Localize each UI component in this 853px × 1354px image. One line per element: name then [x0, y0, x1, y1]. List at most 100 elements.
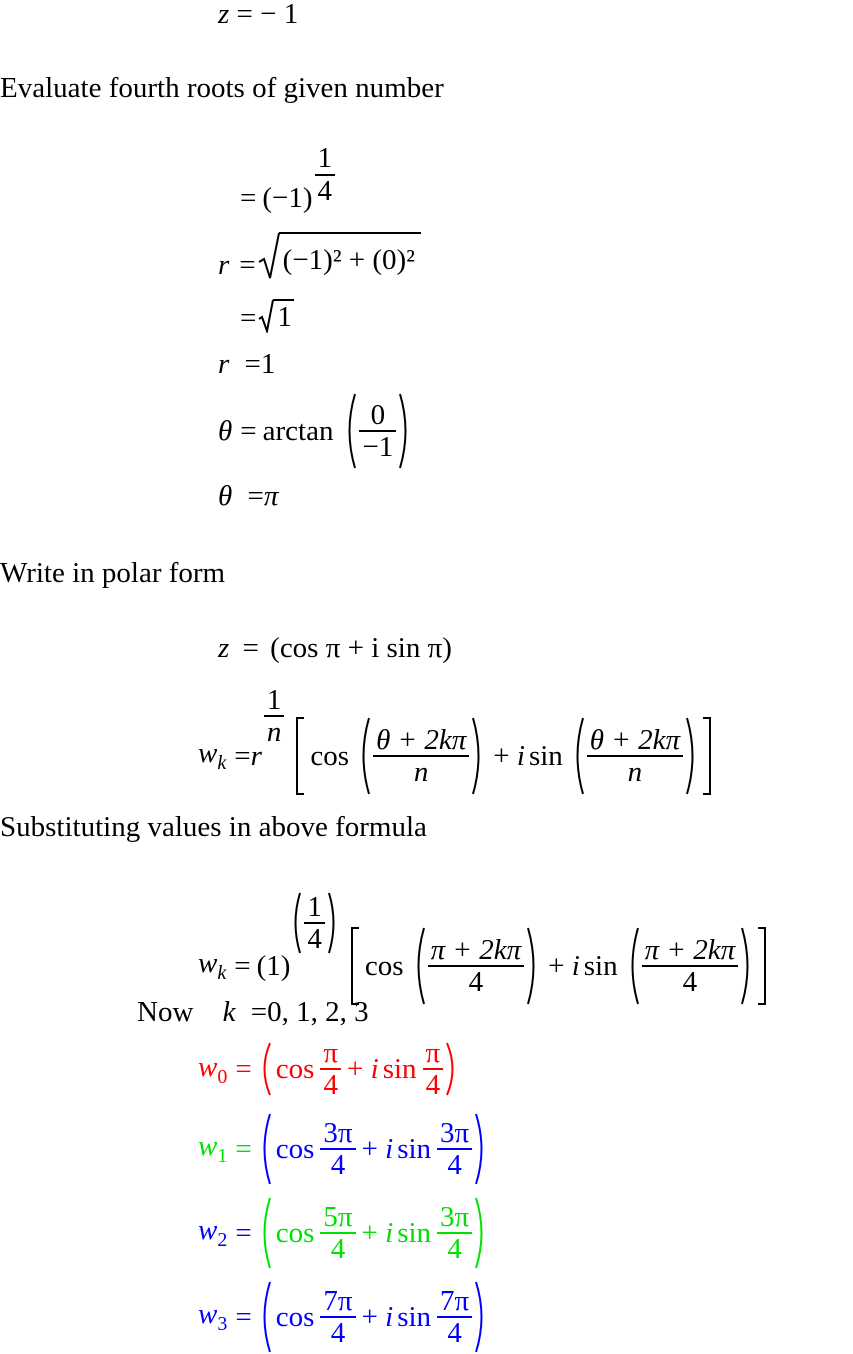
sin-argument-fraction: 3π 4: [437, 1116, 473, 1181]
radical-sign-icon: [258, 232, 280, 279]
fraction-denominator: 4: [425, 1069, 441, 1102]
root-body: cos π 4 + i sin π 4: [258, 1038, 460, 1101]
z-value: = − 1: [236, 0, 299, 30]
fraction-denominator: 4: [323, 1069, 338, 1102]
fraction-numerator: 5π: [323, 1200, 353, 1233]
z-variable: z: [218, 0, 230, 30]
sin-function: sin: [583, 949, 618, 982]
equation-r-sqrt: r = (−1)² + (0)²: [218, 232, 421, 280]
exponent-fraction: 1 n: [263, 684, 285, 747]
sin-argument-fraction: θ + 2kπ n: [586, 724, 684, 787]
equation-z-polar: z = (cos π + i sin π): [218, 634, 452, 663]
imaginary-unit: i: [385, 1132, 394, 1165]
sin-argument-fraction: π + 2kπ 4: [641, 934, 739, 997]
fraction-denominator: 4: [447, 1149, 462, 1181]
sin-function: sin: [382, 1052, 417, 1085]
equation-power: = (−1) 1 4: [240, 140, 337, 213]
root-variable: w: [198, 1050, 218, 1083]
right-paren-icon: [526, 926, 540, 1006]
equation-substituted-formula: wk = (1) 1 4 cos π + 2kπ 4 + i sin π + 2…: [198, 876, 768, 1006]
plus-i: + i: [548, 949, 580, 982]
z-polar-expression: (cos π + i sin π): [270, 632, 452, 664]
left-bracket-icon: [349, 926, 361, 1006]
fraction-numerator: π: [425, 1037, 441, 1069]
sin-function: sin: [397, 1216, 432, 1249]
heading-polar-form: Write in polar form: [0, 557, 226, 589]
equals-sign: =: [240, 302, 257, 334]
r-variable: r: [218, 348, 230, 380]
equals-sign: =: [235, 1052, 252, 1085]
cos-argument-fraction: 7π 4: [320, 1285, 356, 1349]
equals-sign: =: [235, 1300, 252, 1333]
heading-substituting: Substituting values in above formula: [0, 811, 427, 843]
left-paren-icon: [571, 716, 585, 796]
r-variable: r: [218, 248, 230, 281]
theta-variable: θ: [218, 480, 233, 512]
root-equation-w0: w0 = cos π 4 + i sin π 4: [198, 1038, 459, 1101]
equation-theta-arctan: θ = arctan 0 −1: [218, 392, 412, 470]
base-value: (1): [256, 949, 291, 982]
cos-function: cos: [364, 949, 404, 982]
equation-z-definition: z = − 1: [218, 0, 298, 29]
root-equation-w1: w1 = cos 3π 4 + i sin 3π 4: [198, 1112, 488, 1186]
k-variable: k: [222, 996, 236, 1028]
equals-sign: =: [240, 182, 257, 214]
plus-i: + i: [362, 1132, 394, 1165]
left-paren-icon: [343, 392, 357, 470]
equation-theta-value: θ =π: [218, 482, 278, 511]
cos-argument-fraction: π4: [320, 1037, 342, 1102]
root-subscript: 3: [217, 1312, 228, 1335]
arctan-function: arctan: [262, 414, 334, 447]
fraction-denominator: 4: [330, 1149, 346, 1181]
right-paren-icon: [685, 716, 699, 796]
fraction-numerator: π: [323, 1037, 339, 1069]
cos-argument-fraction: 3π 4: [320, 1116, 356, 1181]
root-variable: w: [198, 1298, 218, 1331]
equals-sign: =: [235, 1132, 252, 1165]
sin-function: sin: [528, 739, 563, 772]
equals-sign: =: [244, 348, 261, 380]
equals-sign: =: [247, 480, 264, 512]
wk-label: wk: [198, 947, 227, 984]
fraction-numerator: 3π: [440, 1116, 470, 1149]
fraction-denominator: 4: [330, 1233, 346, 1265]
fraction-numerator: 3π: [323, 1116, 353, 1149]
cos-argument-fraction: 5π 4: [320, 1200, 356, 1265]
wk-label: wk: [198, 737, 227, 774]
cos-argument-fraction: θ + 2kπ n: [373, 724, 470, 787]
fraction-denominator: 4: [330, 1317, 346, 1349]
left-paren-icon: [357, 716, 371, 796]
root-subscript: 1: [217, 1144, 228, 1167]
sin-argument-fraction: 3π 4: [437, 1200, 473, 1264]
root-expression: w1 = cos 3π 4 + i sin 3π 4: [198, 1112, 488, 1186]
root-body: cos 7π 4 + i sin 7π 4: [258, 1280, 489, 1354]
r-variable: r: [250, 739, 262, 772]
arctan-fraction: 0 −1: [359, 399, 397, 462]
right-paren-icon: [474, 1196, 488, 1270]
sin-function: sin: [397, 1300, 432, 1333]
square-root: (−1)² + (0)²: [258, 232, 421, 280]
plus-sign: +: [361, 1216, 378, 1249]
plus-i: + i: [361, 1300, 394, 1333]
equation-k-values: Now k =0, 1, 2, 3: [137, 998, 369, 1027]
root-body: cos 5π 4 + i sin 3π 4: [258, 1196, 489, 1270]
right-paren-icon: [471, 716, 485, 796]
imaginary-unit: i: [370, 1052, 379, 1085]
fraction-numerator: 7π: [440, 1284, 470, 1317]
fraction-numerator: 3π: [440, 1200, 470, 1233]
cos-function: cos: [275, 1216, 315, 1249]
root-expression: w2 = cos 5π 4 + i sin 3π 4: [198, 1196, 488, 1270]
left-paren-icon: [258, 1280, 272, 1354]
heading-fourth-roots: Evaluate fourth roots of given number: [0, 72, 444, 104]
radical-sign-icon: [258, 299, 275, 333]
right-paren-icon: [445, 1041, 459, 1097]
root-equation-w3: w3 = cos 7π 4 + i sin 7π 4: [198, 1280, 488, 1354]
plus-sign: +: [347, 1052, 364, 1085]
right-paren-icon: [740, 926, 754, 1006]
cos-function: cos: [275, 1052, 315, 1085]
power-base: (−1): [262, 182, 313, 214]
plus-sign: +: [361, 1300, 378, 1333]
right-paren-icon: [474, 1280, 488, 1354]
plus-i: + i: [493, 739, 525, 772]
left-paren-icon: [258, 1196, 272, 1270]
